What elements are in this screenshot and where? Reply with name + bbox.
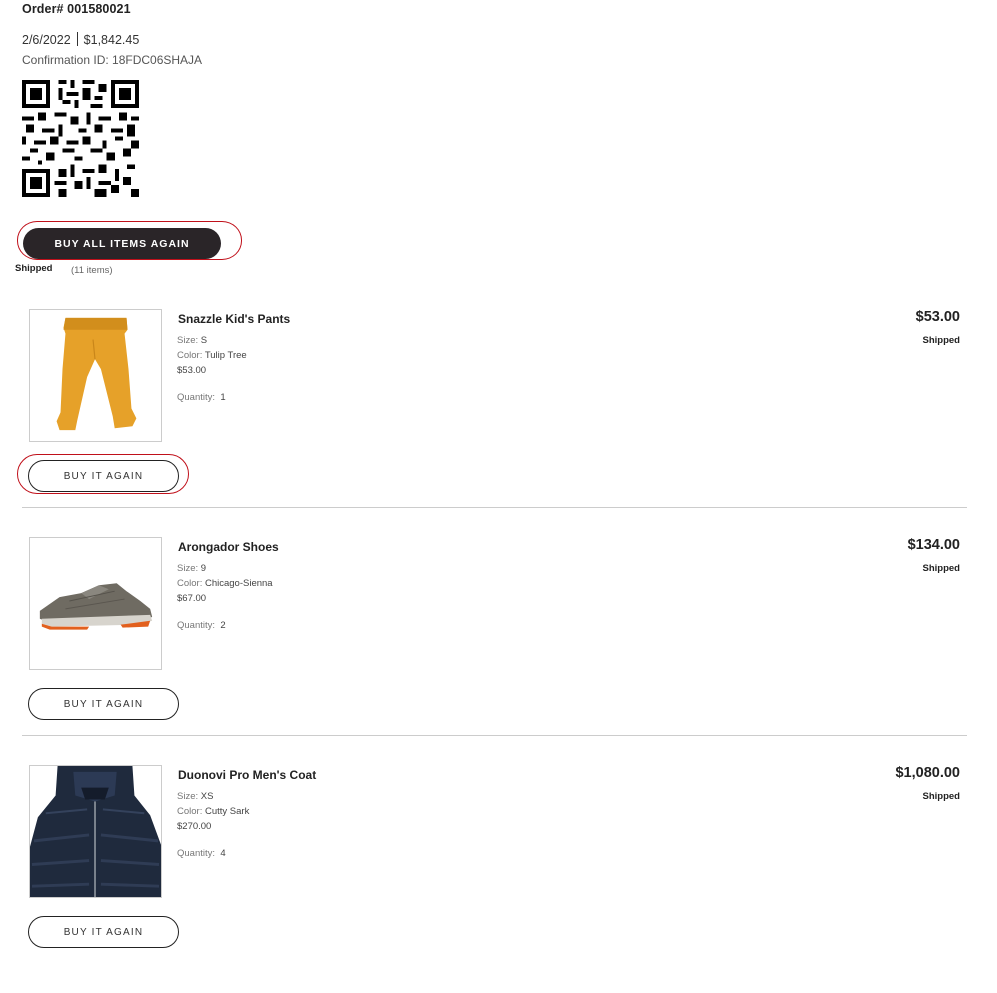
quantity-label: Quantity:	[177, 392, 216, 403]
quantity-label: Quantity:	[177, 620, 216, 631]
shipment-item-count: (11 items)	[71, 265, 113, 276]
size-label: Size:	[177, 563, 199, 574]
buy-it-again-button[interactable]: BUY IT AGAIN	[28, 460, 179, 492]
item-status: Shipped	[922, 563, 960, 574]
size-value: S	[200, 335, 208, 346]
product-quantity: Quantity: 1	[177, 392, 226, 403]
size-label: Size:	[177, 791, 199, 802]
order-item: Snazzle Kid's Pants Size: S Color: Tulip…	[0, 309, 997, 537]
buy-all-items-again-button[interactable]: BUY ALL ITEMS AGAIN	[23, 228, 221, 259]
product-color: Color: Tulip Tree	[177, 350, 247, 361]
color-value: Tulip Tree	[204, 350, 247, 361]
product-name[interactable]: Snazzle Kid's Pants	[178, 312, 290, 326]
unit-price: $53.00	[177, 365, 207, 376]
item-status: Shipped	[922, 791, 960, 802]
order-item: Arongador Shoes Size: 9 Color: Chicago-S…	[0, 537, 997, 765]
item-divider	[22, 735, 967, 736]
unit-price: $270.00	[177, 821, 212, 832]
color-value: Cutty Sark	[204, 806, 250, 817]
shoe-image[interactable]	[29, 537, 162, 670]
color-label: Color:	[177, 806, 203, 817]
qr-code-icon	[22, 80, 139, 197]
product-name[interactable]: Duonovi Pro Men's Coat	[178, 768, 316, 782]
order-number: Order# 001580021	[22, 2, 131, 16]
color-label: Color:	[177, 350, 203, 361]
line-total: $134.00	[907, 537, 960, 553]
unit-price: $67.00	[177, 593, 207, 604]
shipment-status: Shipped	[15, 263, 53, 274]
line-total: $1,080.00	[895, 765, 960, 781]
buy-it-again-button[interactable]: BUY IT AGAIN	[28, 688, 179, 720]
color-label: Color:	[177, 578, 203, 589]
item-status: Shipped	[922, 335, 960, 346]
color-value: Chicago-Sienna	[204, 578, 273, 589]
product-size: Size: S	[177, 335, 207, 346]
product-color: Color: Chicago-Sienna	[177, 578, 273, 589]
coat-image[interactable]	[29, 765, 162, 898]
product-quantity: Quantity: 2	[177, 620, 226, 631]
order-date: 2/6/2022	[22, 33, 71, 47]
item-divider	[22, 507, 967, 508]
line-total: $53.00	[915, 309, 960, 325]
product-size: Size: XS	[177, 791, 213, 802]
buy-it-again-button[interactable]: BUY IT AGAIN	[28, 916, 179, 948]
product-color: Color: Cutty Sark	[177, 806, 249, 817]
quantity-value: 1	[220, 392, 226, 403]
product-name[interactable]: Arongador Shoes	[178, 540, 279, 554]
product-size: Size: 9	[177, 563, 206, 574]
meta-separator	[76, 32, 78, 46]
quantity-value: 2	[220, 620, 226, 631]
size-value: XS	[200, 791, 214, 802]
size-label: Size:	[177, 335, 199, 346]
order-meta: 2/6/2022 $1,842.45	[22, 32, 139, 47]
confirmation-id: Confirmation ID: 18FDC06SHAJA	[22, 53, 203, 67]
pants-image[interactable]	[29, 309, 162, 442]
order-item: Duonovi Pro Men's Coat Size: XS Color: C…	[0, 765, 997, 993]
size-value: 9	[200, 563, 207, 574]
order-total: $1,842.45	[83, 33, 140, 47]
product-quantity: Quantity: 4	[177, 848, 226, 859]
quantity-label: Quantity:	[177, 848, 216, 859]
quantity-value: 4	[220, 848, 226, 859]
